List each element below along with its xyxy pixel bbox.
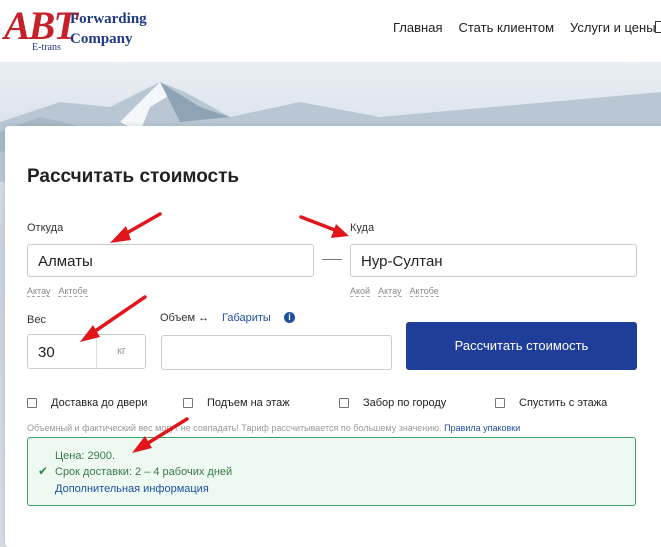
volume-input[interactable] [161, 335, 392, 370]
from-input[interactable]: Алматы [27, 244, 314, 277]
logo-etrans: E-trans [32, 42, 61, 53]
checkbox[interactable] [183, 398, 193, 408]
option-label: Подъем на этаж [207, 397, 290, 409]
option-bring-down[interactable]: Спустить с этажа [495, 397, 607, 409]
from-label: Откуда [27, 222, 64, 234]
to-label: Куда [350, 222, 375, 234]
option-door-delivery[interactable]: Доставка до двери [27, 397, 147, 409]
logo-text-line2: Company [70, 31, 133, 47]
result-box: Цена: 2900. ✔ Срок доставки: 2 – 4 рабоч… [27, 437, 636, 506]
from-hints: Актау Актобе [27, 286, 88, 297]
to-input[interactable]: Нур-Султан [350, 244, 637, 277]
more-info-link[interactable]: Дополнительная информация [55, 483, 209, 495]
from-hint[interactable]: Актау [27, 286, 51, 297]
nav-item-become-client[interactable]: Стать клиентом [458, 20, 554, 35]
nav-item-cut-off[interactable] [655, 21, 661, 33]
weight-label: Вес [27, 314, 46, 326]
to-hint[interactable]: Актау [378, 286, 402, 297]
info-icon[interactable]: i [284, 312, 295, 323]
option-label: Забор по городу [363, 397, 447, 409]
result-delivery-term: Срок доставки: 2 – 4 рабочих дней [55, 466, 233, 478]
calculator-card: Рассчитать стоимость Откуда Алматы Актау… [5, 126, 661, 547]
main-nav: Главная Стать клиентом Услуги и цены [393, 20, 656, 35]
to-hint[interactable]: Акой [350, 286, 371, 297]
option-label: Спустить с этажа [519, 397, 608, 409]
packing-rules-link[interactable]: Правила упаковки [444, 423, 520, 433]
route-dash [322, 259, 342, 260]
calculate-button[interactable]: Рассчитать стоимость [406, 322, 637, 370]
option-lift-to-floor[interactable]: Подъем на этаж [183, 397, 290, 409]
option-city-pickup[interactable]: Забор по городу [339, 397, 446, 409]
calculator-title: Рассчитать стоимость [27, 166, 240, 187]
checkbox[interactable] [339, 398, 349, 408]
volume-label-text: Объем [160, 312, 196, 324]
logo-abt: ABT [4, 3, 78, 48]
checkbox[interactable] [495, 398, 505, 408]
weight-unit: кг [96, 334, 146, 369]
company-logo[interactable]: ABT E-trans Forwarding Company [4, 3, 147, 56]
resize-arrow-icon: ↔ [198, 312, 210, 324]
check-icon: ✔ [38, 464, 49, 478]
logo-text-line1: Forwarding [70, 11, 147, 27]
weight-note: Объемный и фактический вес могут не совп… [27, 423, 520, 433]
checkbox[interactable] [27, 398, 37, 408]
to-hints: Акой Актау Актобе [350, 286, 439, 297]
nav-item-services[interactable]: Услуги и цены [570, 20, 656, 35]
dimensions-link[interactable]: Габариты [222, 312, 271, 324]
weight-note-text: Объемный и фактический вес могут не совп… [27, 423, 442, 433]
volume-label: Объем ↔ [160, 312, 209, 324]
site-header: ABT E-trans Forwarding Company Главная С… [0, 0, 661, 62]
weight-value: 30 [38, 344, 55, 361]
result-price: Цена: 2900. [55, 450, 116, 462]
nav-item-home[interactable]: Главная [393, 20, 442, 35]
option-label: Доставка до двери [51, 397, 148, 409]
to-hint[interactable]: Актобе [409, 286, 439, 297]
from-hint[interactable]: Актобе [58, 286, 88, 297]
